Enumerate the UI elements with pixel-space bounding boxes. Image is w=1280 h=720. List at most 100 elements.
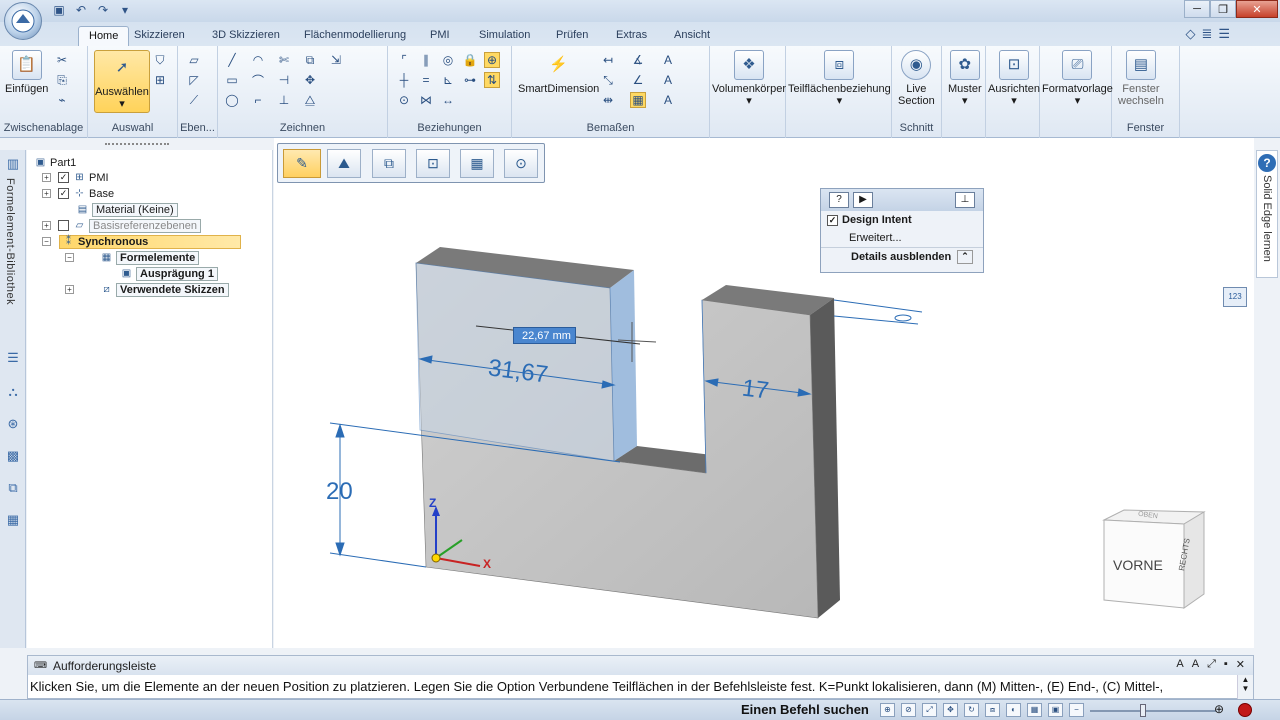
undo-icon[interactable]: ↶: [72, 2, 90, 18]
library-tab-label[interactable]: Formelement-Bibliothek: [4, 178, 16, 305]
format-template-button[interactable]: ⎚ Formatvorlage ▾: [1042, 50, 1113, 107]
pan-icon[interactable]: ✥: [943, 703, 958, 717]
tab-pmi[interactable]: PMI: [420, 26, 460, 46]
tab-simulation[interactable]: Simulation: [469, 26, 540, 46]
library-icon[interactable]: ▥: [3, 154, 23, 174]
display-icon[interactable]: ▣: [1048, 703, 1063, 717]
rigid-icon[interactable]: ↔: [440, 92, 456, 108]
color-icon[interactable]: ▩: [3, 446, 23, 466]
solids-button[interactable]: ❖ Volumenkörper ▾: [712, 50, 786, 107]
switch-window-button[interactable]: ▤ Fenster wechseln: [1118, 50, 1164, 107]
zoom-icon[interactable]: ⊘: [901, 703, 916, 717]
format-painter-icon[interactable]: ⌁: [54, 92, 70, 108]
dimension-height-label[interactable]: 20: [326, 478, 353, 506]
application-button[interactable]: [4, 2, 42, 40]
style-icon[interactable]: ▦: [1027, 703, 1042, 717]
font-larger-icon[interactable]: A: [1176, 658, 1183, 671]
tree-node-material[interactable]: ▤ Material (Keine): [76, 202, 178, 217]
close-button[interactable]: ✕: [1236, 0, 1278, 18]
dimension-right-label[interactable]: 17: [740, 374, 771, 405]
font-smaller-icon[interactable]: A: [1192, 658, 1199, 671]
plane-offset-icon[interactable]: ◸: [186, 72, 202, 88]
redo-icon[interactable]: ↷: [94, 2, 112, 18]
collapse-icon[interactable]: ⌃: [957, 249, 973, 264]
collapse-synchronous-icon[interactable]: −: [42, 237, 51, 246]
trim-icon[interactable]: ✄: [276, 52, 292, 68]
prompt-scrollbar[interactable]: ▲ ▼: [1237, 675, 1253, 699]
tree-node-synchronous[interactable]: ⁑ Synchronous: [62, 234, 148, 249]
tab-flaechenmodellierung[interactable]: Flächenmodellierung: [294, 26, 416, 46]
tree-node-used-sketches[interactable]: ⧄ Verwendete Skizzen: [100, 282, 229, 297]
tab-ansicht[interactable]: Ansicht: [664, 26, 720, 46]
record-icon[interactable]: [1238, 703, 1252, 717]
zoom-slider[interactable]: [1090, 710, 1216, 712]
maximize-button[interactable]: ❐: [1210, 0, 1236, 18]
keypoint-button[interactable]: ⊙: [504, 149, 538, 178]
symmetric-icon[interactable]: ⋈: [418, 92, 434, 108]
collapse-features-icon[interactable]: −: [65, 253, 74, 262]
layers-icon[interactable]: ☰: [3, 348, 23, 368]
text-style-icon[interactable]: A: [660, 52, 676, 68]
pattern-button[interactable]: ✿ Muster ▾: [948, 50, 982, 107]
maintain-relations-icon[interactable]: ⊕: [484, 52, 500, 68]
connect-icon[interactable]: ⌜: [396, 52, 412, 68]
expand-ref-planes-icon[interactable]: +: [42, 221, 51, 230]
pin-prompt-icon[interactable]: ▪: [1224, 658, 1228, 671]
perpendicular-icon[interactable]: ⊾: [440, 72, 456, 88]
arc-icon[interactable]: ◠: [250, 52, 266, 68]
angle-dimension-icon[interactable]: ∡: [630, 52, 646, 68]
tab-home[interactable]: Home: [78, 26, 130, 46]
zoom-slider-thumb[interactable]: [1140, 704, 1146, 717]
fillet-icon[interactable]: ⌒: [250, 72, 266, 88]
tree-node-base[interactable]: ✓ ⊹ Base: [58, 186, 114, 201]
line-icon[interactable]: ╱: [224, 52, 240, 68]
move-icon[interactable]: ✥: [302, 72, 318, 88]
design-intent-row[interactable]: ✓ Design Intent: [821, 211, 983, 229]
select-button[interactable]: ➚ Auswählen ▾: [94, 50, 150, 113]
view-cube-front-label[interactable]: VORNE: [1113, 557, 1163, 573]
split-icon[interactable]: ⊥: [276, 92, 292, 108]
annotation-icon[interactable]: A: [660, 72, 676, 88]
tree-node-ref-planes[interactable]: ▱ Basisreferenzebenen: [58, 218, 201, 233]
align-button[interactable]: ⊡ Ausrichten ▾: [988, 50, 1040, 107]
expand-pmi-icon[interactable]: +: [42, 173, 51, 182]
pin-icon[interactable]: ⊥: [955, 192, 975, 208]
text-icon[interactable]: A: [660, 92, 676, 108]
select-options-icon[interactable]: ⊞: [152, 72, 168, 88]
offset-icon[interactable]: ⧉: [302, 52, 318, 68]
zoom-out-icon[interactable]: −: [1069, 703, 1084, 717]
distance-dimension-icon[interactable]: ↤: [600, 52, 616, 68]
faces-button[interactable]: ⧉: [372, 149, 406, 178]
variables-icon[interactable]: ▦: [3, 510, 23, 530]
project-icon[interactable]: ⇲: [328, 52, 344, 68]
tree-node-protrusion[interactable]: ▣ Ausprägung 1: [120, 266, 218, 281]
zoom-area-icon[interactable]: ⊕: [880, 703, 895, 717]
tangent-icon[interactable]: ⊶: [462, 72, 478, 88]
zoom-in-icon[interactable]: ⊕: [1214, 702, 1224, 716]
window-arrange-icon[interactable]: ☰: [1218, 26, 1230, 42]
ref-planes-checkbox[interactable]: [58, 220, 69, 231]
help-icon[interactable]: ?: [829, 192, 849, 208]
chamfer-icon[interactable]: ⌐: [250, 92, 266, 108]
coordinate-dimension-icon[interactable]: ⤡: [600, 72, 616, 88]
float-icon[interactable]: ⤢: [1207, 658, 1216, 671]
pathfinder-icon[interactable]: ⛬: [3, 382, 23, 402]
tab-pruefen[interactable]: Prüfen: [546, 26, 598, 46]
relation-handles-icon[interactable]: ⇅: [484, 72, 500, 88]
find-command-label[interactable]: Einen Befehl suchen: [741, 702, 869, 717]
collinear-icon[interactable]: ⊙: [396, 92, 412, 108]
plane-icon[interactable]: ▱: [186, 52, 202, 68]
lock-icon[interactable]: 🔒: [462, 52, 478, 68]
select-mode-button[interactable]: ▦: [460, 149, 494, 178]
face-relations-button[interactable]: ⧈ Teilflächenbeziehung ▾: [788, 50, 891, 107]
save-icon[interactable]: ▣: [50, 2, 68, 18]
layout-icon[interactable]: ≣: [1201, 26, 1212, 42]
copy-icon[interactable]: ⎘: [54, 72, 70, 88]
circle-icon[interactable]: ◯: [224, 92, 240, 108]
close-prompt-icon[interactable]: ✕: [1236, 658, 1245, 671]
ribbon-minimize-icon[interactable]: ◇: [1185, 26, 1195, 42]
advanced-link[interactable]: Erweitert...: [821, 229, 983, 247]
expand-used-sketches-icon[interactable]: +: [65, 285, 74, 294]
expand-base-icon[interactable]: +: [42, 189, 51, 198]
design-intent-checkbox[interactable]: ✓: [827, 214, 838, 226]
